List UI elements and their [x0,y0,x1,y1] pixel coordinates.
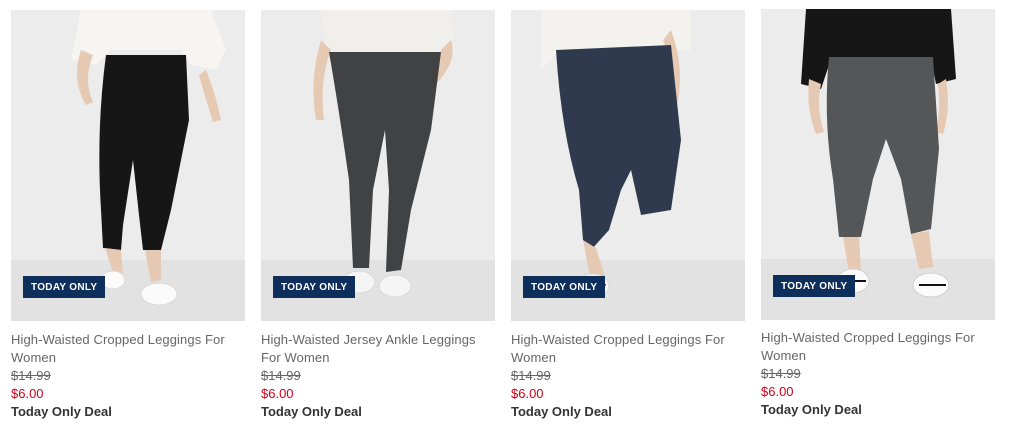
sale-price: $6.00 [511,386,544,401]
deal-label: Today Only Deal [511,404,612,419]
product-title-link[interactable]: High-Waisted Cropped Leggings For Women [11,331,245,367]
product-image[interactable]: TODAY ONLY [11,10,245,321]
original-price: $14.99 [511,368,551,383]
product-photo-cropped-black [11,10,245,321]
deal-label: Today Only Deal [261,404,362,419]
product-card[interactable]: TODAY ONLY High-Waisted Cropped Leggings… [761,0,995,418]
product-title-link[interactable]: High-Waisted Cropped Leggings For Women [761,329,995,365]
sale-price: $6.00 [261,386,294,401]
product-image[interactable]: TODAY ONLY [261,10,495,321]
sale-price: $6.00 [11,386,44,401]
original-price: $14.99 [761,366,801,381]
original-price: $14.99 [261,368,301,383]
original-price: $14.99 [11,368,51,383]
deal-label: Today Only Deal [761,402,862,417]
product-photo-cropped-heather-gray [761,9,995,320]
product-card[interactable]: TODAY ONLY High-Waisted Cropped Leggings… [511,0,745,420]
product-photo-ankle-charcoal [261,10,495,321]
product-card[interactable]: TODAY ONLY High-Waisted Cropped Leggings… [11,0,245,420]
today-only-badge: TODAY ONLY [23,276,106,298]
today-only-badge: TODAY ONLY [273,276,356,298]
product-card[interactable]: TODAY ONLY High-Waisted Jersey Ankle Leg… [261,0,495,420]
product-image[interactable]: TODAY ONLY [511,10,745,321]
product-image[interactable]: TODAY ONLY [761,9,995,320]
product-title-link[interactable]: High-Waisted Jersey Ankle Leggings For W… [261,331,495,367]
deal-label: Today Only Deal [11,404,112,419]
product-photo-cropped-navy [511,10,745,321]
product-title-link[interactable]: High-Waisted Cropped Leggings For Women [511,331,745,367]
today-only-badge: TODAY ONLY [773,275,856,297]
today-only-badge: TODAY ONLY [523,276,606,298]
sale-price: $6.00 [761,384,794,399]
